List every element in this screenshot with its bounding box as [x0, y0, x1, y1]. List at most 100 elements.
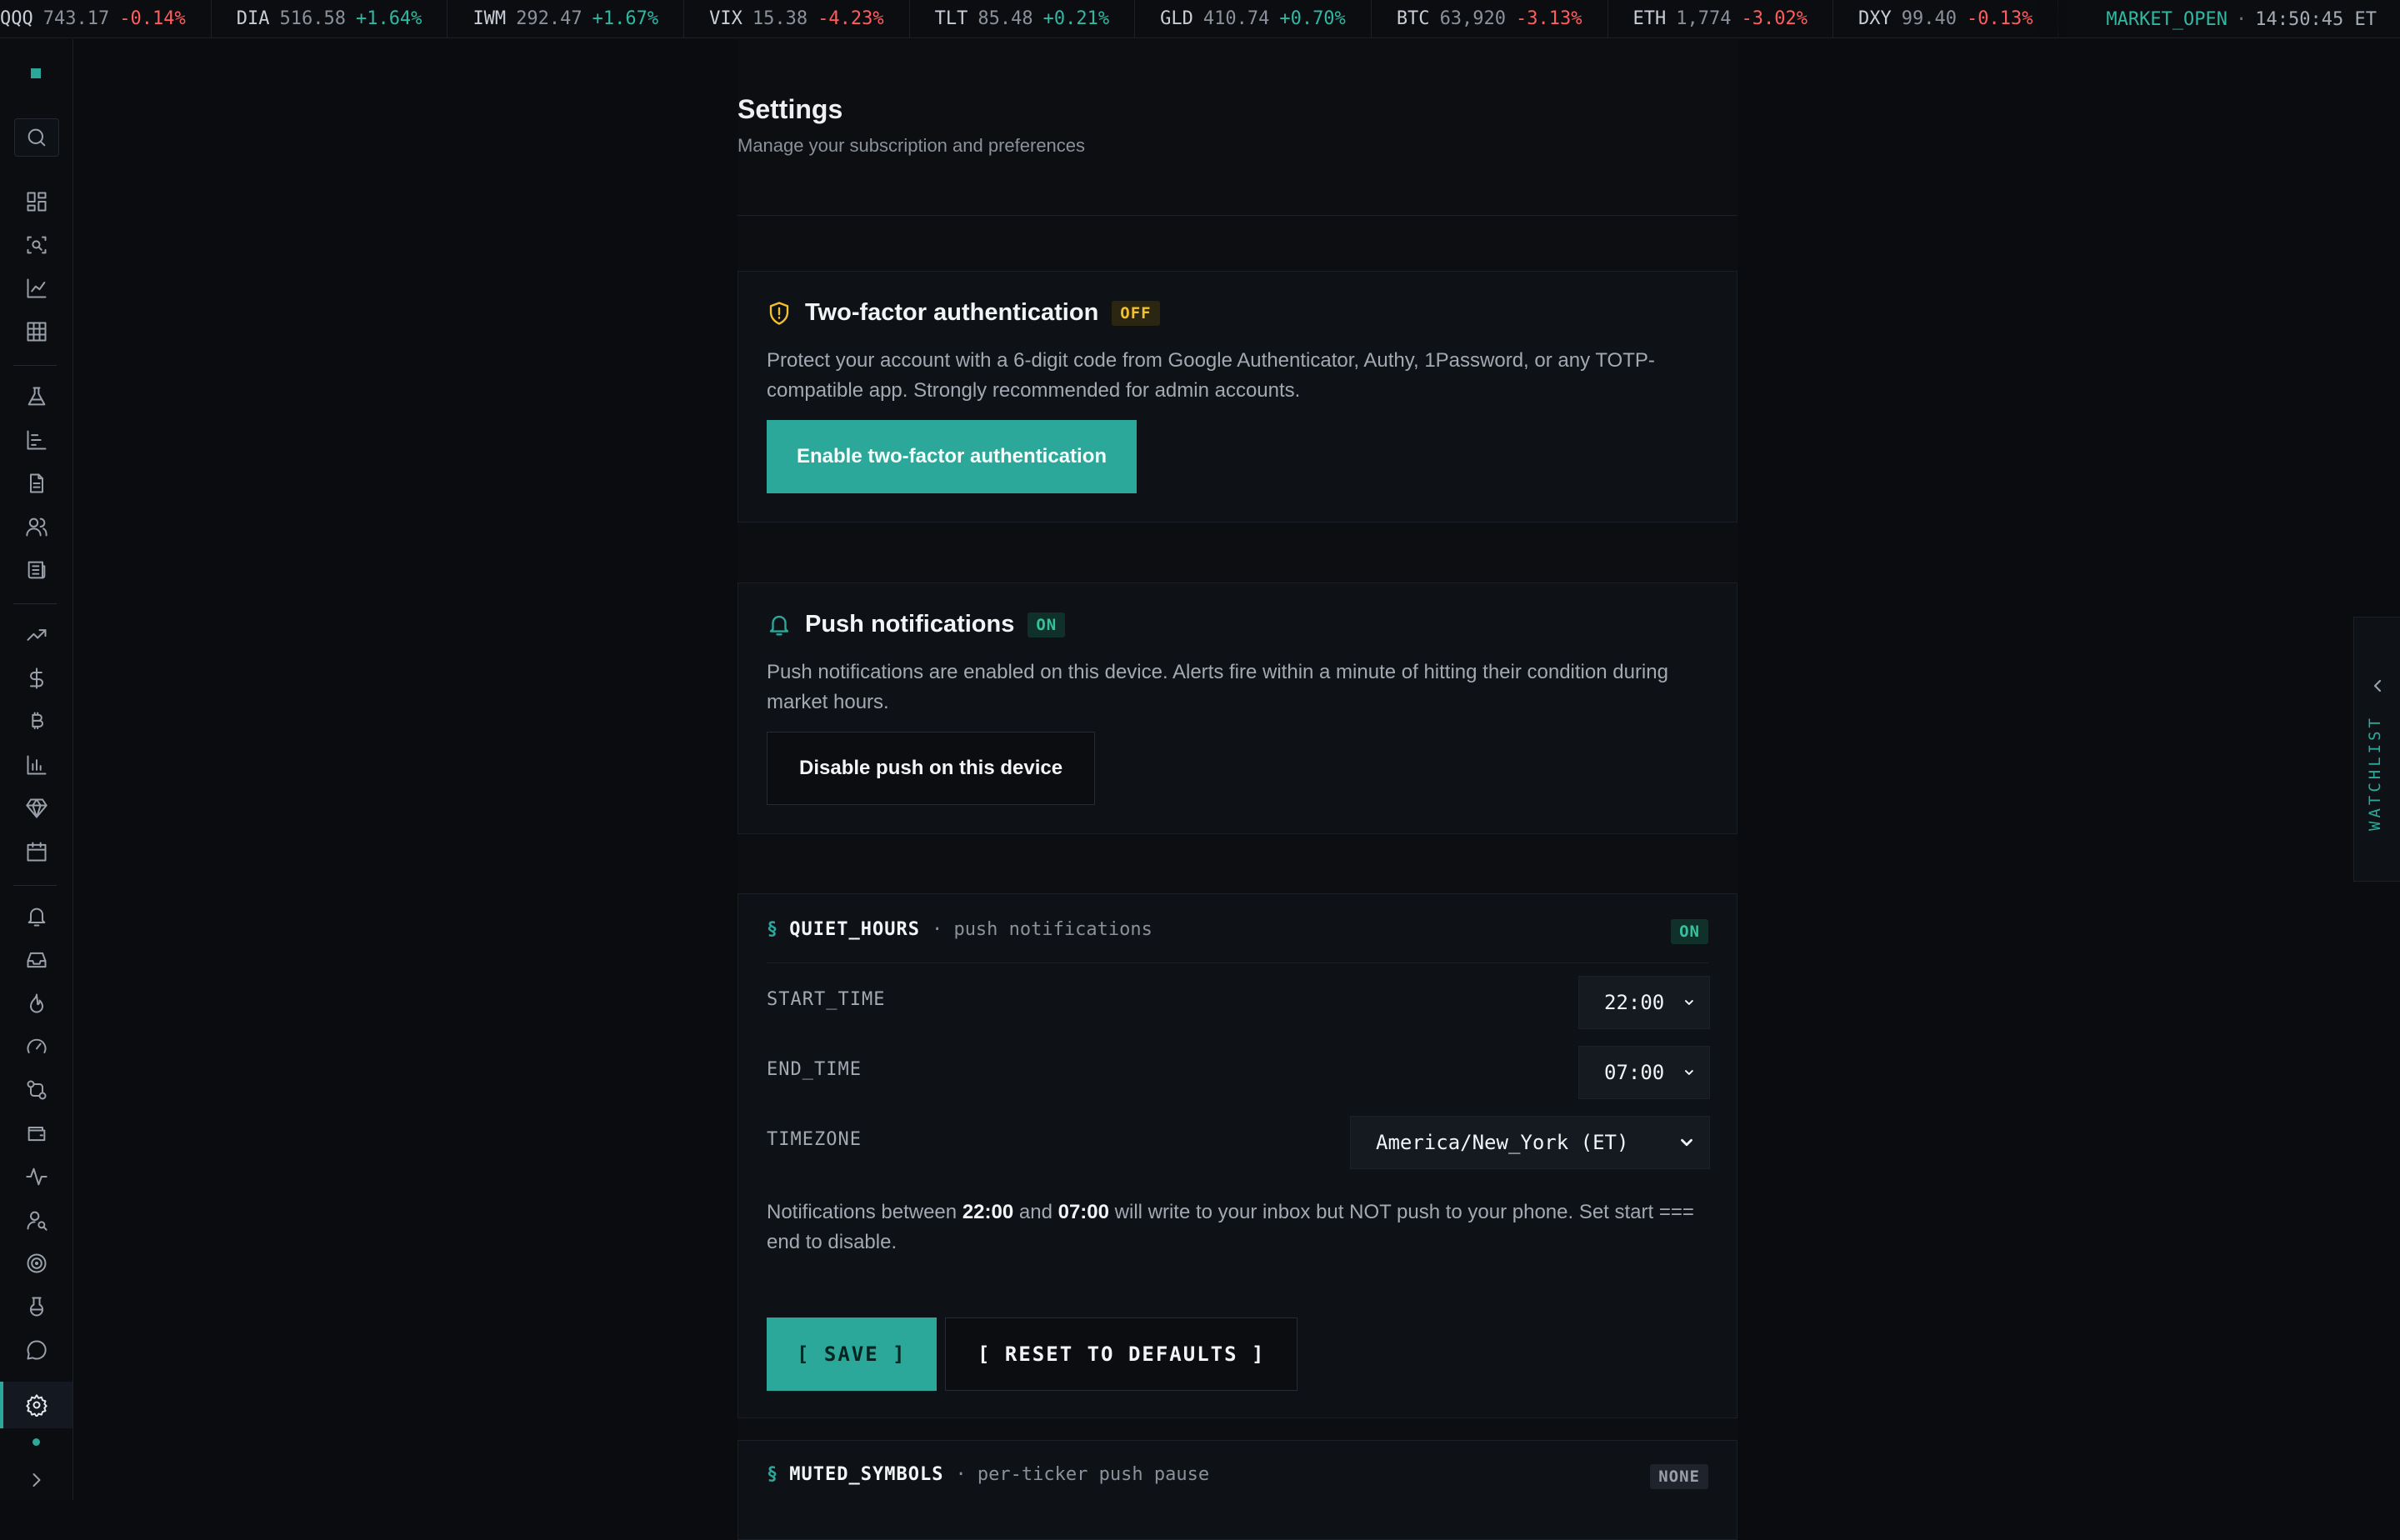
ticker-price: 63,920 — [1439, 8, 1507, 29]
enable-two-factor-button[interactable]: Enable two-factor authentication — [767, 420, 1138, 493]
dollar-icon[interactable] — [18, 660, 55, 697]
note-text: Notifications between — [767, 1201, 958, 1223]
bell-icon — [769, 615, 789, 635]
quiet-hours-divider — [767, 962, 1708, 963]
ticker-symbol: DIA — [236, 8, 270, 29]
page-title: Settings — [738, 94, 843, 124]
ticker-change: +1.67% — [592, 8, 659, 29]
swap-icon[interactable] — [18, 1072, 55, 1108]
ticker-price: 743.17 — [42, 8, 110, 29]
ticker-symbol: VIX — [709, 8, 742, 29]
flask-icon[interactable] — [18, 378, 55, 415]
chart-icon[interactable] — [18, 270, 55, 307]
ticker-symbol: DXY — [1858, 8, 1892, 29]
settings-icon[interactable] — [18, 1387, 55, 1423]
chevron-down-icon — [1685, 1070, 1694, 1075]
shield-icon — [769, 301, 789, 325]
note-end-time: 07:00 — [1058, 1201, 1109, 1223]
ticker-item[interactable]: DXY 99.40 -0.13% — [1833, 0, 2059, 38]
two-factor-card: Two-factor authentication OFF Protect yo… — [738, 271, 1738, 522]
ticker-price: 1,774 — [1676, 8, 1732, 29]
screener-icon[interactable] — [18, 227, 55, 263]
chevron-down-icon — [1685, 1000, 1694, 1005]
reset-defaults-button[interactable]: [ RESET TO DEFAULTS ] — [945, 1318, 1298, 1391]
connection-status-dot — [32, 1438, 40, 1446]
grid-icon[interactable] — [18, 313, 55, 350]
quiet-hours-card: § QUIET_HOURS · push notifications ON ST… — [738, 893, 1738, 1418]
ticker-change: -3.02% — [1741, 8, 1808, 29]
ticker-track: QQQ 743.17 -0.14% DIA 516.58 +1.64% IWM 292.4… — [0, 0, 2132, 38]
ticker-item[interactable]: DIA 516.58 +1.64% — [212, 0, 448, 38]
newspaper-icon[interactable] — [18, 552, 55, 588]
ticker-price: 15.38 — [752, 8, 808, 29]
bitcoin-icon[interactable] — [18, 703, 55, 740]
ticker-change: -0.14% — [119, 8, 186, 29]
muted-symbols-title: MUTED_SYMBOLS — [789, 1464, 944, 1485]
two-factor-header: Two-factor authentication OFF — [767, 299, 1160, 327]
section-mark: § — [767, 919, 778, 940]
dashboard-icon[interactable] — [18, 183, 55, 220]
chat-icon[interactable] — [18, 1332, 55, 1368]
sidebar-divider — [13, 603, 57, 604]
timezone-select[interactable]: America/New_York (ET) — [1350, 1116, 1710, 1169]
market-status-label: MARKET_OPEN — [2106, 8, 2228, 30]
end-time-select[interactable]: 07:00 — [1578, 1046, 1710, 1099]
ticker-symbol: GLD — [1160, 8, 1193, 29]
note-text: and — [1018, 1201, 1052, 1223]
ticker-symbol: BTC — [1396, 8, 1430, 29]
ticker-price: 85.48 — [978, 8, 1033, 29]
search-button[interactable] — [14, 118, 59, 157]
user-search-icon[interactable] — [18, 1202, 55, 1238]
ticker-change: -0.13% — [1966, 8, 2033, 29]
ticker-price: 292.47 — [516, 8, 582, 29]
timezone-label: TIMEZONE — [767, 1129, 862, 1150]
ticker-item[interactable]: TLT 85.48 +0.21% — [910, 0, 1136, 38]
ticker-change: +0.70% — [1279, 8, 1346, 29]
ticker-item[interactable]: ETH 1,774 -3.02% — [1608, 0, 1833, 38]
start-time-select[interactable]: 22:00 — [1578, 976, 1710, 1029]
bar-chart-2-icon[interactable] — [18, 747, 55, 783]
bell-icon[interactable] — [18, 898, 55, 935]
timezone-value: America/New_York (ET) — [1376, 1131, 1629, 1154]
settings-main: Settings Manage your subscription and pr… — [738, 39, 1738, 1540]
end-time-label: END_TIME — [767, 1059, 862, 1080]
document-icon[interactable] — [18, 465, 55, 502]
ticker-item[interactable]: QQQ 743.17 -0.14% — [0, 0, 212, 38]
chevron-down-icon — [1681, 1138, 1692, 1147]
start-time-label: START_TIME — [767, 989, 886, 1010]
muted-symbols-status-badge: NONE — [1650, 1464, 1708, 1489]
beaker-icon[interactable] — [18, 1288, 55, 1325]
chevron-left-icon — [2368, 676, 2388, 696]
activity-icon[interactable] — [18, 1158, 55, 1195]
wallet-icon[interactable] — [18, 1115, 55, 1152]
inbox-icon[interactable] — [18, 942, 55, 978]
quiet-hours-meta: · push notifications — [931, 919, 1152, 940]
flame-icon[interactable] — [18, 985, 55, 1022]
gauge-icon[interactable] — [18, 1028, 55, 1065]
push-header: Push notifications ON — [767, 611, 1066, 638]
ticker-item[interactable]: BTC 63,920 -3.13% — [1372, 0, 1608, 38]
watchlist-toggle[interactable]: WATCHLIST — [2353, 617, 2400, 882]
save-button[interactable]: [ SAVE ] — [767, 1318, 937, 1391]
two-factor-status-badge: OFF — [1112, 300, 1160, 326]
ticker-item[interactable]: IWM 292.47 +1.67% — [448, 0, 685, 38]
gem-icon[interactable] — [18, 790, 55, 827]
quiet-hours-note: Notifications between 22:00 and 07:00 wi… — [767, 1198, 1700, 1258]
expand-sidebar-icon[interactable] — [18, 1462, 55, 1498]
push-description: Push notifications are enabled on this d… — [767, 661, 1668, 713]
ticker-item[interactable]: VIX 15.38 -4.23% — [684, 0, 910, 38]
calendar-icon[interactable] — [18, 833, 55, 870]
logo-icon[interactable] — [31, 68, 41, 78]
ticker-change: +1.64% — [355, 8, 422, 29]
sidebar — [0, 39, 73, 1500]
ticker-price: 410.74 — [1202, 8, 1270, 29]
target-icon[interactable] — [18, 1245, 55, 1282]
disable-push-button[interactable]: Disable push on this device — [767, 732, 1096, 805]
ticker-symbol: QQQ — [0, 8, 33, 29]
market-status: MARKET_OPEN · 14:50:45 ET — [2067, 0, 2400, 38]
trending-up-icon[interactable] — [18, 617, 55, 653]
bar-chart-icon[interactable] — [18, 422, 55, 458]
users-icon[interactable] — [18, 508, 55, 545]
ticker-item[interactable]: GLD 410.74 +0.70% — [1135, 0, 1372, 38]
watchlist-label: WATCHLIST — [2366, 715, 2384, 832]
